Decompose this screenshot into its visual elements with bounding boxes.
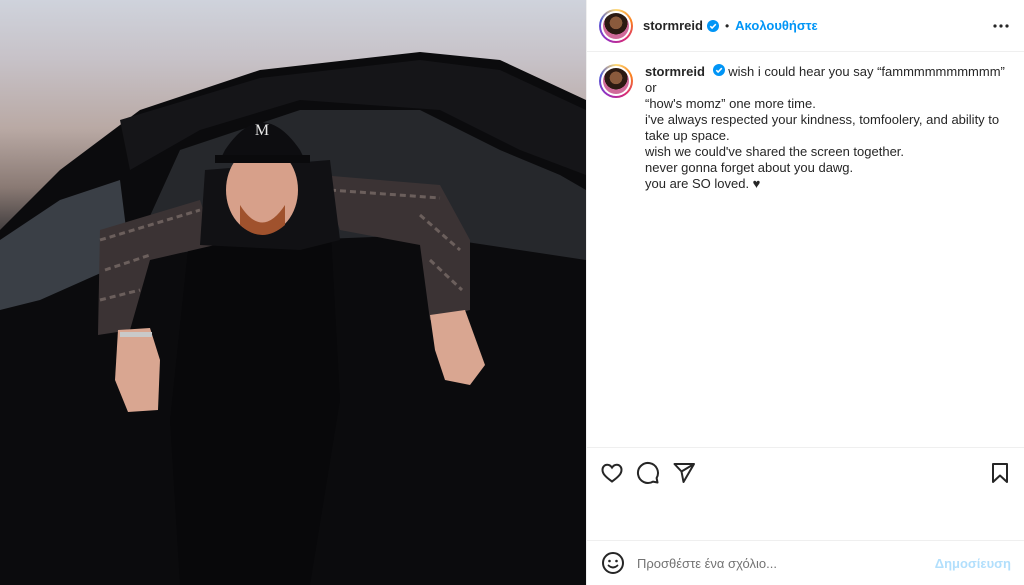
more-options-icon[interactable] bbox=[991, 16, 1011, 36]
post-header: stormreid • Ακολουθήστε bbox=[587, 0, 1024, 52]
caption-body: stormreid wish i could hear you say “fam… bbox=[645, 64, 1015, 192]
share-icon[interactable] bbox=[671, 460, 697, 486]
caption-avatar[interactable] bbox=[599, 64, 633, 98]
verified-badge-icon bbox=[712, 64, 725, 76]
comment-icon[interactable] bbox=[635, 460, 661, 486]
caption-text-line: “how's momz” one more time. bbox=[645, 96, 816, 111]
caption-text-line: never gonna forget about you dawg. bbox=[645, 160, 854, 175]
comment-input[interactable] bbox=[637, 555, 935, 571]
comment-bar: Δημοσίευση bbox=[587, 540, 1024, 585]
svg-text:M: M bbox=[255, 122, 269, 139]
caption-text-line: take up space. bbox=[645, 128, 730, 143]
heart-icon[interactable] bbox=[599, 460, 625, 486]
bookmark-icon[interactable] bbox=[987, 460, 1013, 486]
caption-text-line: i've always respected your kindness, tom… bbox=[645, 112, 1000, 127]
caption-username[interactable]: stormreid bbox=[645, 64, 705, 79]
action-bar bbox=[587, 447, 1024, 497]
separator-dot: • bbox=[724, 18, 730, 33]
post-comment-button[interactable]: Δημοσίευση bbox=[935, 556, 1011, 571]
avatar[interactable] bbox=[599, 8, 633, 43]
caption-text-line: you are SO loved. ♥ bbox=[645, 176, 761, 191]
photo-illustration: M bbox=[0, 52, 586, 585]
verified-badge-icon bbox=[706, 19, 719, 32]
post-side-panel: stormreid • Ακολουθήστε stormreid wish i… bbox=[586, 0, 1024, 585]
username-link[interactable]: stormreid bbox=[643, 18, 703, 33]
follow-button[interactable]: Ακολουθήστε bbox=[735, 18, 818, 33]
post-photo[interactable]: M bbox=[0, 0, 586, 585]
caption-text-line: wish we could've shared the screen toget… bbox=[645, 144, 905, 159]
emoji-icon[interactable] bbox=[601, 551, 625, 575]
caption: stormreid wish i could hear you say “fam… bbox=[599, 64, 1015, 192]
